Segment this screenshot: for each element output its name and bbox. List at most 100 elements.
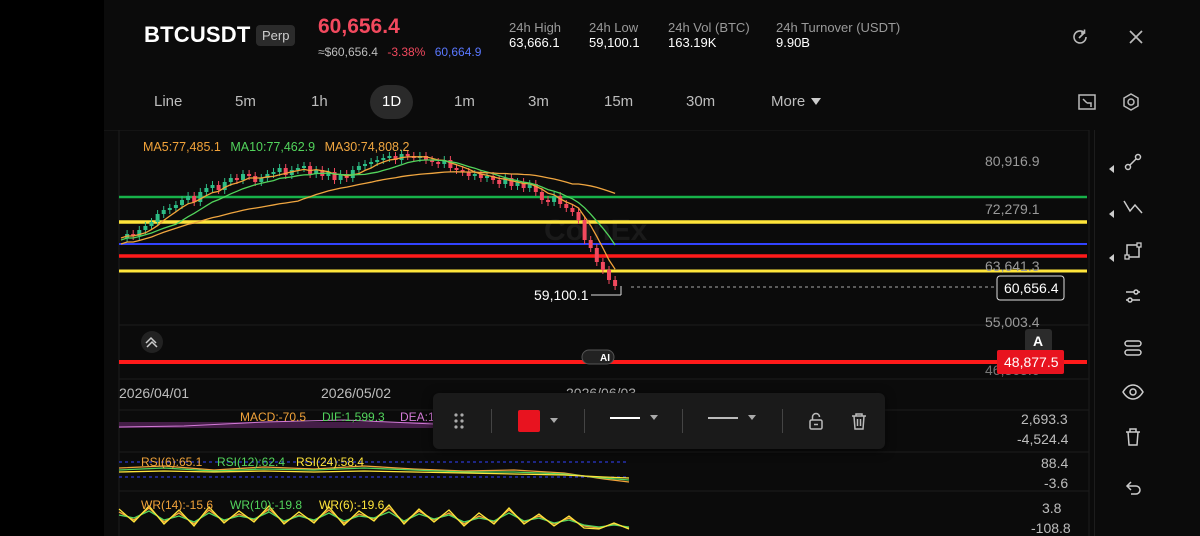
stat-value: 9.90B [776, 35, 810, 50]
candle-body [588, 240, 593, 248]
candle-body [277, 168, 282, 172]
lock-icon[interactable] [804, 409, 828, 433]
rsi12-line [118, 467, 630, 481]
ma30-label: MA30:74,808.2 [324, 140, 410, 154]
stat-volume: 24h Vol (BTC) 163.19K [668, 20, 750, 50]
mark-price: 60,664.9 [434, 45, 482, 59]
tab-5m[interactable]: 5m [235, 91, 256, 113]
date-axis-label: 2026/05/02 [321, 385, 391, 401]
color-picker[interactable] [518, 410, 558, 432]
candle-body [594, 248, 599, 262]
delete-icon[interactable] [1121, 425, 1145, 449]
toolbar-divider [584, 409, 585, 433]
drawing-toolbar [433, 393, 885, 449]
refresh-icon[interactable] [1068, 25, 1092, 49]
caret-down-icon [811, 98, 822, 105]
candle-body [613, 280, 618, 286]
line-style-icon [708, 417, 738, 419]
tab-3m[interactable]: 3m [528, 91, 549, 113]
candle-body [387, 156, 392, 158]
close-icon[interactable] [1124, 25, 1148, 49]
price-axis-label: 63,641.3 [985, 258, 1040, 274]
candle-body [539, 192, 544, 200]
candle-body [253, 176, 258, 182]
toolbar-divider [782, 409, 783, 433]
candle-body [356, 166, 361, 170]
wr14-label: WR(14):-15.6 [141, 498, 213, 512]
rsi24-label: RSI(24):58.4 [296, 455, 364, 469]
drag-handle-icon[interactable] [447, 409, 471, 433]
candle-body [436, 162, 441, 164]
tab-line[interactable]: Line [154, 91, 182, 113]
candle-body [454, 168, 459, 170]
wr-axis-top: 3.8 [1042, 500, 1062, 516]
symbol-title[interactable]: BTCUSDT [144, 22, 251, 48]
ma10-line [120, 159, 616, 246]
indicator-icon[interactable] [1121, 336, 1145, 360]
tab-1h[interactable]: 1h [311, 91, 328, 113]
candle-body [186, 196, 191, 200]
stat-label: 24h Vol (BTC) [668, 20, 750, 35]
rsi6-label: RSI(6):65.1 [141, 455, 203, 469]
ma5-label: MA5:77,485.1 [143, 140, 221, 154]
price-sub-row: ≈$60,656.4 -3.38% 60,664.9 [318, 45, 481, 59]
last-price: 60,656.4 [318, 15, 400, 38]
wr6-label: WR(6):-19.6 [319, 498, 385, 512]
tab-30m[interactable]: 30m [686, 91, 715, 113]
expand-triangle-icon [1109, 160, 1114, 178]
expand-triangle-icon [1109, 205, 1114, 223]
auto-scale-label: A [1033, 333, 1043, 349]
adjust-icon[interactable] [1121, 284, 1145, 308]
candle-body [363, 164, 367, 166]
toolbar-divider [682, 409, 683, 433]
macd-axis-top: 2,693.3 [1021, 411, 1068, 427]
more-dropdown[interactable]: More [771, 91, 822, 113]
expand-triangle-icon [1109, 249, 1114, 267]
drawing-tools-sidebar [1094, 130, 1200, 536]
line-style-picker[interactable] [708, 415, 756, 421]
stat-label: 24h Turnover (USDT) [776, 20, 901, 35]
approx-price: ≈$60,656.4 [318, 45, 378, 59]
dif-label: DIF:1,599.3 [322, 410, 385, 424]
tab-1m[interactable]: 1m [454, 91, 475, 113]
node-line-icon[interactable] [1121, 150, 1145, 174]
candle-body [302, 166, 306, 168]
trash-icon[interactable] [847, 409, 871, 433]
candle-body [198, 192, 203, 202]
candle-body [582, 220, 587, 240]
candle-body [381, 158, 386, 160]
chart-area[interactable]: CoinEx 59,100.1 80,916.9 72,279.1 63,641… [104, 130, 1200, 536]
line-width-picker[interactable] [610, 415, 658, 421]
candle-body [271, 172, 276, 174]
candle-body [546, 200, 550, 202]
wr10-label: WR(10):-19.8 [230, 498, 302, 512]
stat-value: 59,100.1 [589, 35, 640, 50]
candle-body [570, 208, 575, 212]
caret-down-icon [748, 415, 756, 420]
eye-icon[interactable] [1121, 380, 1145, 404]
macd-label: MACD:-70.5 [240, 410, 306, 424]
shape-icon[interactable] [1121, 239, 1145, 263]
candle-body [241, 174, 245, 180]
undo-icon[interactable] [1121, 476, 1145, 500]
tab-1d[interactable]: 1D [370, 85, 414, 119]
wr-panel: WR(14):-15.6 WR(10):-19.8 WR(6):-19.6 3.… [118, 498, 1071, 536]
more-label: More [771, 93, 806, 110]
candle-body [210, 185, 215, 188]
candle-body [234, 178, 239, 180]
candle-body [247, 174, 252, 176]
settings-icon[interactable] [1119, 90, 1143, 114]
candle-body [552, 196, 557, 202]
candle-body [228, 178, 233, 182]
color-swatch [518, 410, 540, 432]
candle-body [173, 205, 178, 208]
ai-badge: AI [600, 353, 610, 364]
candle-body [216, 185, 221, 190]
tab-15m[interactable]: 15m [604, 91, 633, 113]
candle-body [497, 180, 502, 184]
chart-switch-icon[interactable] [1075, 90, 1099, 114]
stat-label: 24h Low [589, 20, 639, 35]
line-width-icon [610, 416, 640, 420]
trend-line-icon[interactable] [1121, 195, 1145, 219]
rsi-panel: RSI(6):65.1 RSI(12):62.4 RSI(24):58.4 88… [118, 455, 1068, 491]
